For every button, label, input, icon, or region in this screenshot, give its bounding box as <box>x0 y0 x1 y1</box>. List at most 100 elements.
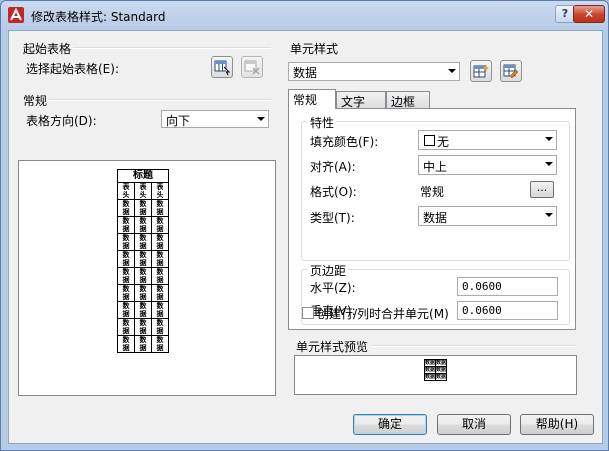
table-delete-icon <box>244 60 260 75</box>
preview-data-cell: 数据 <box>134 284 152 302</box>
preview-data-cell: 数据 <box>117 250 135 268</box>
cancel-button[interactable]: 取消 <box>437 414 511 435</box>
preview-data-cell: 数据 <box>117 284 135 302</box>
preview-table: 标题 表头表头表头 数据数据数据数据数据数据数据数据数据数据数据数据数据数据数据… <box>117 169 169 353</box>
tab-panel-general: 特性 填充颜色(F): 无 对齐(A): 中上 格式(O): 常规 ... 类型… <box>288 108 576 330</box>
table-direction-select[interactable]: 向下 <box>161 110 269 128</box>
preview-header-cell: 表头 <box>134 182 152 200</box>
preview-data-cell: 数据 <box>151 250 169 268</box>
cell-style-preview: 数据 数据 数据 数据 数据 数据 <box>294 355 577 395</box>
table-direction-value: 向下 <box>166 114 191 128</box>
preview-data-cell: 数据 <box>117 233 135 251</box>
horizontal-margin-value: 0.0600 <box>462 280 502 293</box>
fill-color-value: 无 <box>437 135 450 149</box>
preview-data-cell: 数据 <box>134 199 152 217</box>
cell-style-select[interactable]: 数据 <box>288 62 460 81</box>
preview-data-cell: 数据 <box>151 284 169 302</box>
select-start-table-label: 选择起始表格(E): <box>26 62 119 76</box>
preview-cell: 数据 <box>424 359 436 367</box>
ok-button[interactable]: 确定 <box>353 414 427 435</box>
autocad-app-icon <box>8 7 24 23</box>
alignment-label: 对齐(A): <box>310 160 356 174</box>
preview-data-row: 数据数据数据 <box>117 301 169 319</box>
preview-data-cell: 数据 <box>151 318 169 336</box>
chevron-down-icon <box>545 162 553 166</box>
cell-style-heading: 单元样式 <box>290 42 339 56</box>
chevron-down-icon <box>448 69 456 73</box>
preview-header-cell: 表头 <box>151 182 169 200</box>
question-icon: ? <box>561 7 569 20</box>
preview-data-row: 数据数据数据 <box>117 335 169 353</box>
preview-cell: 数据 <box>435 366 447 374</box>
type-label: 类型(T): <box>310 211 355 225</box>
table-preview: 标题 表头表头表头 数据数据数据数据数据数据数据数据数据数据数据数据数据数据数据… <box>18 160 276 396</box>
preview-cell: 数据 <box>424 373 436 381</box>
type-select[interactable]: 数据 <box>418 206 557 226</box>
tab-text[interactable]: 文字 <box>336 91 386 109</box>
vertical-margin-input[interactable]: 0.0600 <box>457 301 558 320</box>
divider <box>49 99 271 101</box>
tab-border[interactable]: 边框 <box>386 91 430 109</box>
preview-data-row: 数据数据数据 <box>117 233 169 251</box>
help-button[interactable]: 帮助(H) <box>520 414 594 435</box>
fill-color-label: 填充颜色(F): <box>310 135 379 149</box>
vertical-margin-value: 0.0600 <box>462 304 502 317</box>
select-table-button[interactable] <box>211 56 233 78</box>
horizontal-margin-label: 水平(Z): <box>310 281 356 295</box>
title-bar[interactable]: 修改表格样式: Standard ? ✕ <box>1 1 608 29</box>
close-icon: ✕ <box>583 7 595 21</box>
close-button[interactable]: ✕ <box>573 5 605 23</box>
cell-style-value: 数据 <box>293 66 318 80</box>
cell-style-preview-heading: 单元样式预览 <box>296 340 369 354</box>
merge-cells-label[interactable]: 创建行/列时合并单元(M) <box>317 305 449 322</box>
chevron-down-icon <box>257 117 265 121</box>
preview-data-row: 数据数据数据 <box>117 250 169 268</box>
preview-data-cell: 数据 <box>151 233 169 251</box>
preview-data-row: 数据数据数据 <box>117 267 169 285</box>
properties-group: 特性 填充颜色(F): 无 对齐(A): 中上 格式(O): 常规 ... 类型… <box>301 114 570 261</box>
preview-data-cell: 数据 <box>117 318 135 336</box>
merge-cells-checkbox[interactable] <box>302 307 314 319</box>
preview-data-cell: 数据 <box>151 267 169 285</box>
chevron-down-icon <box>545 137 553 141</box>
type-value: 数据 <box>423 211 448 225</box>
preview-data-cell: 数据 <box>117 216 135 234</box>
properties-heading: 特性 <box>308 114 337 131</box>
new-cell-style-button[interactable] <box>470 60 492 82</box>
chevron-down-icon <box>545 213 553 217</box>
preview-data-row: 数据数据数据 <box>117 199 169 217</box>
preview-title-cell: 标题 <box>117 169 169 183</box>
preview-data-cell: 数据 <box>134 250 152 268</box>
horizontal-margin-input[interactable]: 0.0600 <box>457 277 558 296</box>
preview-data-cell: 数据 <box>117 199 135 217</box>
preview-data-cell: 数据 <box>117 335 135 353</box>
cell-preview-table: 数据 数据 数据 数据 数据 数据 <box>424 359 447 381</box>
preview-data-cell: 数据 <box>134 233 152 251</box>
tab-general[interactable]: 常规 <box>288 89 336 109</box>
alignment-value: 中上 <box>423 160 448 174</box>
window-title: 修改表格样式: Standard <box>31 10 166 24</box>
format-browse-button[interactable]: ... <box>530 181 554 198</box>
divider <box>73 47 271 49</box>
dialog-client: 起始表格 选择起始表格(E): 常规 表格方向(D): 向下 标题 表 头 表 … <box>8 30 603 444</box>
preview-data-cell: 数据 <box>117 301 135 319</box>
new-style-icon <box>473 64 489 78</box>
preview-header-cell: 表头 <box>117 182 135 200</box>
preview-data-cell: 数据 <box>134 335 152 353</box>
preview-data-cell: 数据 <box>134 216 152 234</box>
fill-color-select[interactable]: 无 <box>418 130 557 150</box>
help-title-button[interactable]: ? <box>555 5 575 23</box>
preview-data-cell: 数据 <box>117 267 135 285</box>
preview-cell: 数据 <box>435 359 447 367</box>
delete-table-button[interactable] <box>241 56 263 78</box>
format-label: 格式(O): <box>310 185 357 199</box>
preview-data-cell: 数据 <box>151 199 169 217</box>
alignment-select[interactable]: 中上 <box>418 155 557 175</box>
manage-cell-styles-button[interactable] <box>500 60 522 82</box>
table-select-icon <box>214 60 230 75</box>
preview-cell: 数据 <box>424 366 436 374</box>
manage-styles-icon <box>503 64 519 79</box>
preview-data-cell: 数据 <box>134 267 152 285</box>
table-direction-label: 表格方向(D): <box>26 114 97 128</box>
preview-data-cell: 数据 <box>134 301 152 319</box>
